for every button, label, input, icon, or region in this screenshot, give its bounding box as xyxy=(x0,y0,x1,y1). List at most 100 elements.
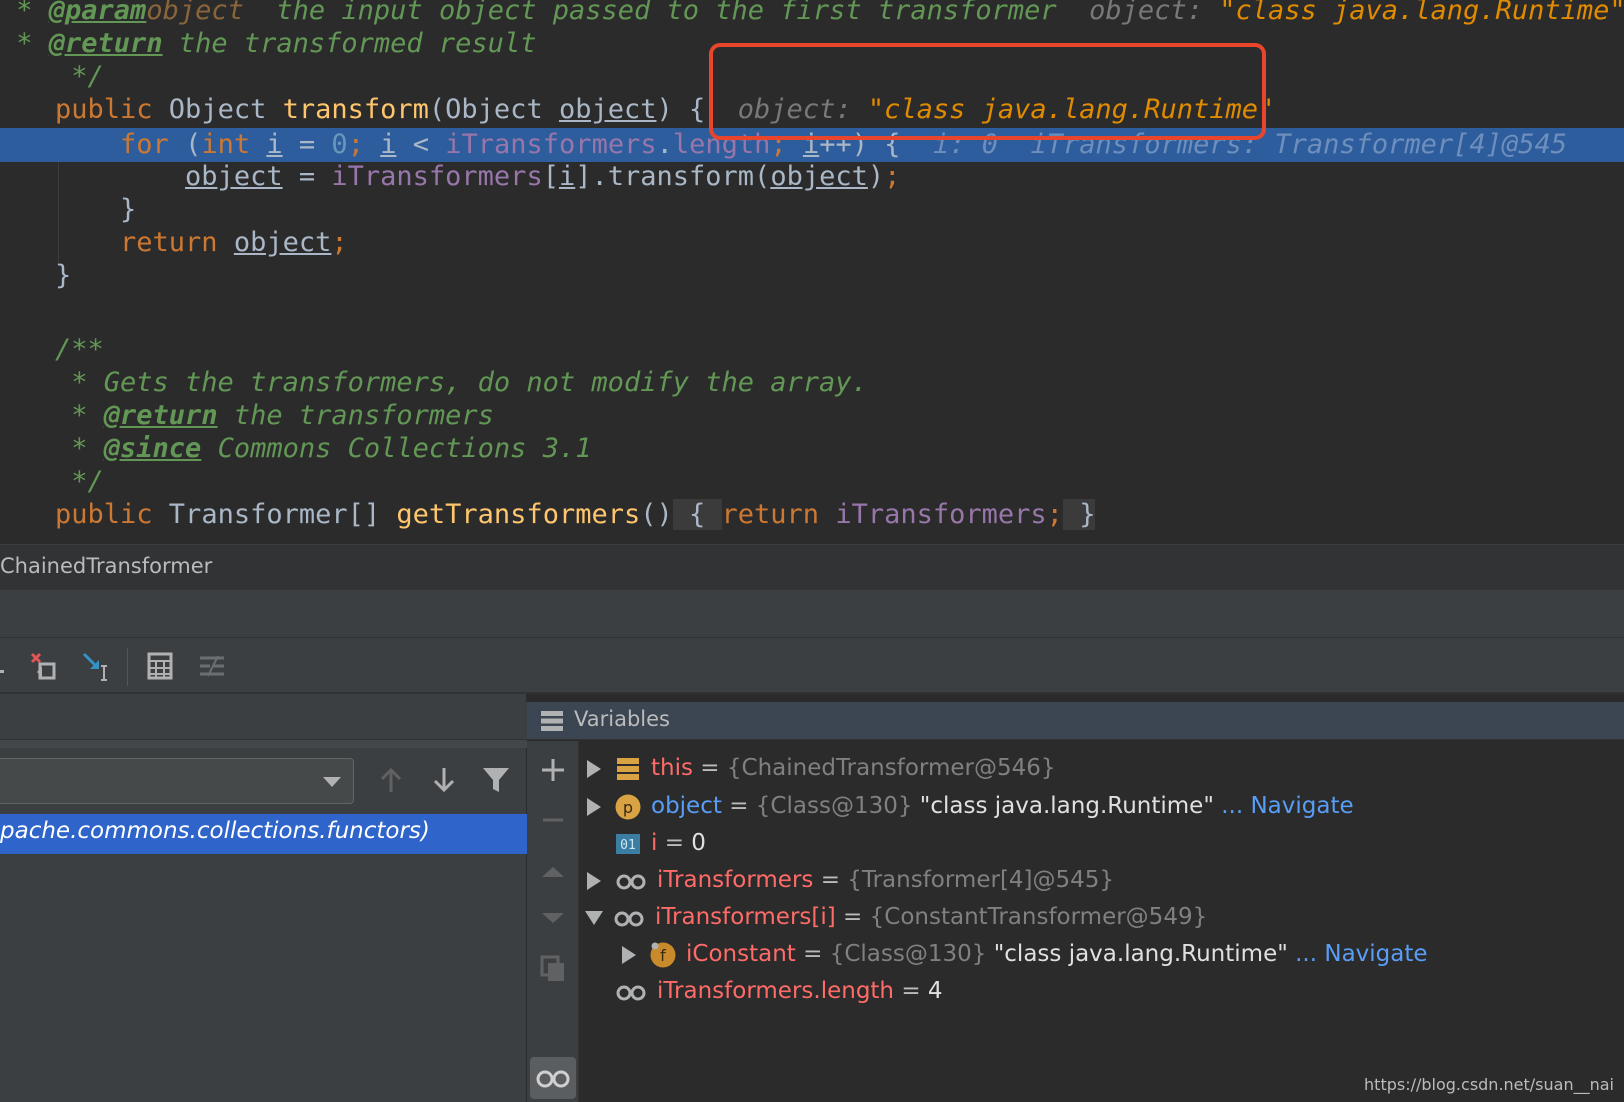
collapse-arrow-icon[interactable] xyxy=(585,910,603,925)
variable-row-this[interactable]: this = {ChainedTransformer@546} xyxy=(587,749,1056,787)
doc-end: */ xyxy=(55,61,104,92)
breadcrumb: ChainedTransformer xyxy=(0,544,1624,590)
code-brace: } xyxy=(55,260,72,291)
fold-region-close[interactable]: } xyxy=(1062,499,1096,530)
thread-dropdown[interactable] xyxy=(0,758,354,804)
svg-text:01: 01 xyxy=(620,838,636,853)
code-op: = xyxy=(282,161,332,192)
add-watch-icon[interactable] xyxy=(536,753,570,787)
code-line-15[interactable]: */ xyxy=(55,465,1624,499)
variable-equals: = xyxy=(894,978,928,1004)
variables-header: Variables xyxy=(527,702,1624,740)
var-i: i xyxy=(380,129,397,160)
expand-arrow-icon[interactable] xyxy=(587,797,601,816)
expand-arrow-icon[interactable] xyxy=(587,759,601,778)
doc-text: the transformed result xyxy=(162,28,537,59)
doc-text: the input object passed to the first tra… xyxy=(243,0,1057,26)
svg-text:p: p xyxy=(623,798,633,817)
frame-label: pache.commons.collections.functors) xyxy=(0,818,430,844)
variable-row-i[interactable]: 01 i = 0 xyxy=(587,824,706,862)
doc-star: * xyxy=(55,433,104,464)
navigate-link[interactable]: ... Navigate xyxy=(1288,941,1427,967)
doc-tag-param: @param xyxy=(48,0,147,26)
frame-list-item-selected[interactable]: pache.commons.collections.functors) xyxy=(0,814,527,854)
doc-text: the transformers xyxy=(217,400,494,431)
doc-tag-return: @return xyxy=(103,400,218,431)
code-line-1[interactable]: * @paramobject the input object passed t… xyxy=(0,0,1624,28)
breadcrumb-class[interactable]: ChainedTransformer xyxy=(0,554,212,578)
semicolon: ; xyxy=(884,161,901,192)
variable-row-itransformers[interactable]: iTransformers = {Transformer[4]@545} xyxy=(587,861,1114,899)
var-object: object xyxy=(185,161,283,192)
variable-type: {ChainedTransformer@546} xyxy=(726,755,1056,781)
glasses-icon xyxy=(615,979,647,1005)
expand-arrow-icon[interactable] xyxy=(587,871,601,890)
field-itransformers: iTransformers xyxy=(445,129,657,160)
variable-value: 0 xyxy=(691,830,706,856)
run-to-cursor-icon[interactable] xyxy=(80,650,114,682)
code-line-6[interactable]: object = iTransformers[i].transform(obje… xyxy=(55,160,1624,194)
field-itransformers: iTransformers xyxy=(835,499,1047,530)
arrow-down-icon[interactable] xyxy=(428,764,460,796)
move-down-icon[interactable] xyxy=(536,901,570,935)
variable-name: iConstant xyxy=(686,941,796,967)
variable-type: {Class@130} xyxy=(829,941,987,967)
variable-row-object[interactable]: p object = {Class@130} "class java.lang.R… xyxy=(587,787,1354,825)
code-line-9[interactable]: } xyxy=(55,259,1624,293)
variable-equals: = xyxy=(795,941,830,967)
code-line-12[interactable]: * Gets the transformers, do not modify t… xyxy=(55,366,1624,400)
doc-text: Commons Collections 3.1 xyxy=(201,433,592,464)
doc-start: /** xyxy=(55,334,104,365)
code-dot: . xyxy=(656,129,673,160)
code-line-7[interactable]: } xyxy=(55,193,1624,227)
frames-header-strip xyxy=(0,740,527,748)
keyword-return: return xyxy=(120,227,218,258)
code-line-16[interactable]: public Transformer[] getTransformers() {… xyxy=(55,498,1624,532)
keyword-public: public xyxy=(55,94,153,125)
remove-watch-icon[interactable] xyxy=(536,803,570,837)
doc-end: */ xyxy=(55,466,104,497)
number-literal: 0 xyxy=(331,129,348,160)
trace-current-stream-icon[interactable] xyxy=(196,650,230,682)
drop-frame-icon[interactable] xyxy=(28,650,62,682)
evaluate-expression-icon[interactable] xyxy=(144,650,178,682)
variables-title: Variables xyxy=(574,707,670,731)
copy-icon[interactable] xyxy=(536,951,570,985)
navigate-link[interactable]: ... Navigate xyxy=(1214,793,1353,819)
variable-row-itransformers-length[interactable]: iTransformers.length = 4 xyxy=(615,972,943,1010)
variable-row-iconstant[interactable]: f iConstant = {Class@130} "class java.lan… xyxy=(622,935,1428,973)
chevron-down-icon xyxy=(323,777,341,787)
expand-arrow-icon[interactable] xyxy=(622,945,636,964)
var-object: object xyxy=(233,227,332,258)
show-watches-toggle[interactable] xyxy=(530,1057,576,1099)
keyword-return: return xyxy=(721,499,820,530)
arrow-up-icon[interactable] xyxy=(375,764,407,796)
variable-row-itransformers-i[interactable]: iTransformers[i] = {ConstantTransformer@… xyxy=(585,898,1207,936)
step-partial-icon[interactable] xyxy=(0,650,12,682)
code-line-13[interactable]: * @return the transformers xyxy=(55,399,1624,433)
fold-region-open[interactable]: { xyxy=(672,499,722,530)
variable-type: {ConstantTransformer@549} xyxy=(869,904,1208,930)
method-name-transform: transform xyxy=(282,94,429,125)
doc-param-name: object xyxy=(146,0,244,26)
doc-star: * xyxy=(0,28,49,59)
inline-hint-label: object: xyxy=(1056,0,1220,26)
return-type: Transformer[] xyxy=(152,499,397,530)
filter-icon[interactable] xyxy=(480,764,512,796)
variable-equals: = xyxy=(835,904,870,930)
watermark: https://blog.csdn.net/suan__nai xyxy=(1364,1075,1614,1094)
list-icon xyxy=(541,711,563,731)
return-type: Object xyxy=(152,94,283,125)
semicolon: ; xyxy=(1046,499,1063,530)
code-line-8[interactable]: return object; xyxy=(55,226,1624,260)
doc-star: * xyxy=(0,0,49,26)
keyword-for: for xyxy=(120,129,169,160)
code-line-11[interactable]: /** xyxy=(55,333,1624,367)
code-call: ].transform( xyxy=(575,161,771,192)
code-editor[interactable]: * @paramobject the input object passed t… xyxy=(0,0,1624,544)
code-line-14[interactable]: * @since Commons Collections 3.1 xyxy=(55,432,1624,466)
move-up-icon[interactable] xyxy=(536,853,570,887)
